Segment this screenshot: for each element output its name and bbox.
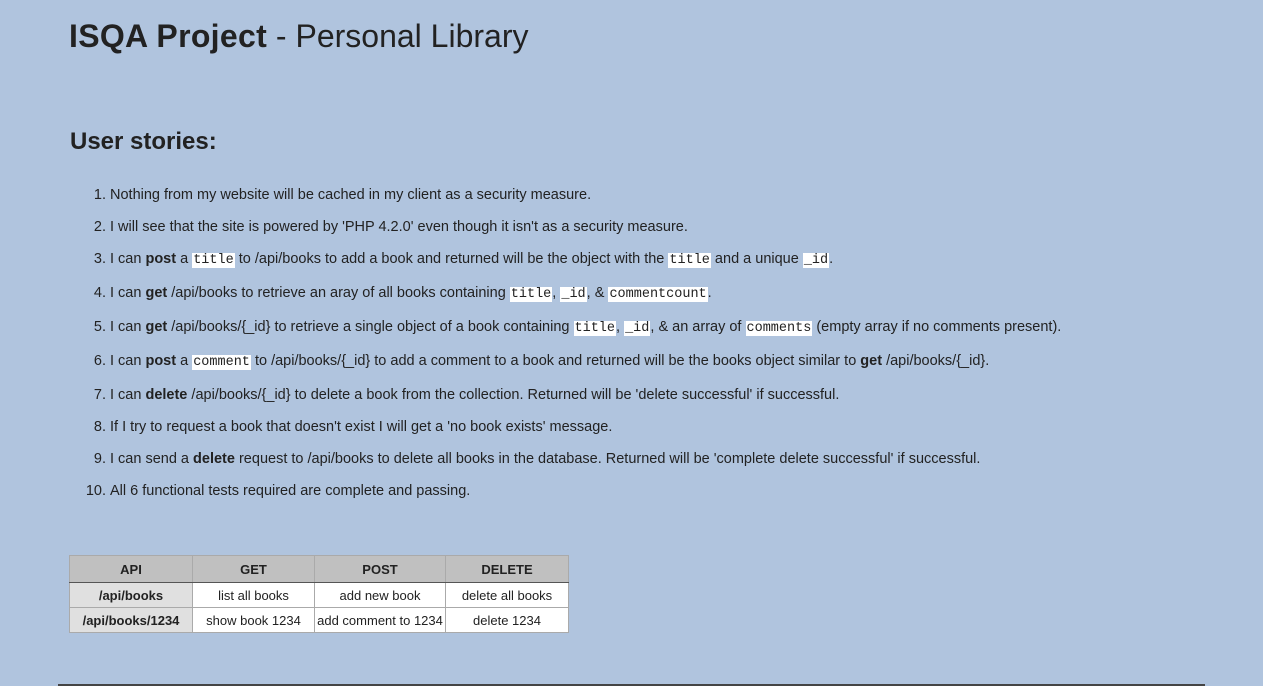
user-story-item: I can get /api/books to retrieve an aray… bbox=[110, 280, 1260, 308]
field-name-code: _id bbox=[624, 321, 651, 336]
field-name-code: comment bbox=[192, 355, 251, 370]
post-cell: add new book bbox=[314, 582, 446, 608]
get-cell: list all books bbox=[192, 582, 315, 608]
story-text: Nothing from my website will be cached i… bbox=[110, 187, 592, 203]
story-text: , & bbox=[586, 285, 609, 301]
story-text: I can bbox=[110, 285, 146, 301]
field-name-code: _id bbox=[560, 287, 587, 302]
field-name-code: title bbox=[668, 253, 711, 268]
story-text: I can send a bbox=[110, 451, 194, 467]
page-title: ISQA Project - Personal Library bbox=[69, 16, 528, 56]
field-name-code: comments bbox=[745, 321, 813, 336]
user-story-item: I can post a comment to /api/books/{_id}… bbox=[110, 348, 1260, 376]
story-text: a bbox=[176, 353, 193, 369]
user-stories-list: Nothing from my website will be cached i… bbox=[69, 182, 1260, 510]
story-text: (empty array if no comments present). bbox=[812, 319, 1062, 335]
story-text: . bbox=[829, 251, 834, 267]
api-table-header-row: API GET POST DELETE bbox=[69, 555, 569, 583]
http-method: post bbox=[145, 353, 177, 369]
http-method: get bbox=[145, 285, 168, 301]
http-method: post bbox=[145, 251, 177, 267]
project-name: ISQA Project bbox=[69, 18, 268, 54]
story-text: If I try to request a book that doesn't … bbox=[110, 419, 613, 435]
user-story-item: I can delete /api/books/{_id} to delete … bbox=[110, 382, 1260, 408]
table-row: /api/books list all books add new book d… bbox=[69, 582, 569, 608]
api-table: API GET POST DELETE /api/books list all … bbox=[69, 555, 569, 633]
story-text: and a unique bbox=[710, 251, 803, 267]
story-text: a bbox=[176, 251, 193, 267]
field-name-code: title bbox=[509, 287, 553, 302]
story-text: /api/books/{_id}. bbox=[882, 353, 990, 369]
field-name-code: _id bbox=[802, 253, 830, 268]
user-story-item: I can send a delete request to /api/book… bbox=[110, 446, 1260, 472]
post-cell: add comment to 1234 bbox=[314, 607, 446, 633]
delete-column-header: DELETE bbox=[445, 555, 569, 583]
story-text: request to /api/books to delete all book… bbox=[234, 451, 981, 467]
story-text: to /api/books to add a book and returned… bbox=[234, 251, 669, 267]
project-subtitle: - Personal Library bbox=[267, 18, 529, 54]
get-column-header: GET bbox=[192, 555, 315, 583]
story-text: I can bbox=[110, 387, 146, 403]
page: ISQA Project - Personal Library User sto… bbox=[0, 0, 1263, 686]
user-story-item: If I try to request a book that doesn't … bbox=[110, 414, 1260, 440]
story-text: I can bbox=[110, 319, 146, 335]
user-story-item: I can post a title to /api/books to add … bbox=[110, 246, 1260, 274]
table-row: /api/books/1234 show book 1234 add comme… bbox=[69, 607, 569, 633]
http-method: delete bbox=[145, 387, 188, 403]
delete-cell: delete all books bbox=[445, 582, 569, 608]
story-text: . bbox=[707, 285, 712, 301]
story-text: /api/books to retrieve an aray of all bo… bbox=[167, 285, 510, 301]
user-story-item: Nothing from my website will be cached i… bbox=[110, 182, 1260, 208]
delete-cell: delete 1234 bbox=[445, 607, 569, 633]
field-name-code: commentcount bbox=[608, 287, 708, 302]
story-text: /api/books/{_id} to delete a book from t… bbox=[187, 387, 840, 403]
story-text: I will see that the site is powered by '… bbox=[110, 219, 688, 235]
post-column-header: POST bbox=[314, 555, 446, 583]
get-cell: show book 1234 bbox=[192, 607, 315, 633]
field-name-code: title bbox=[192, 253, 235, 268]
route-cell: /api/books bbox=[69, 582, 193, 608]
story-text: , & an array of bbox=[650, 319, 746, 335]
user-story-item: I will see that the site is powered by '… bbox=[110, 214, 1260, 240]
http-method: delete bbox=[193, 451, 235, 467]
field-name-code: title bbox=[573, 321, 617, 336]
user-story-item: I can get /api/books/{_id} to retrieve a… bbox=[110, 314, 1260, 342]
route-cell: /api/books/1234 bbox=[69, 607, 193, 633]
story-text: , bbox=[616, 319, 625, 335]
story-text: All 6 functional tests required are comp… bbox=[110, 483, 471, 499]
story-text: I can bbox=[110, 251, 146, 267]
http-method: get bbox=[145, 319, 168, 335]
http-method: get bbox=[860, 353, 883, 369]
api-column-header: API bbox=[69, 555, 193, 583]
story-text: /api/books/{_id} to retrieve a single ob… bbox=[167, 319, 574, 335]
user-stories-heading: User stories: bbox=[70, 128, 217, 155]
user-story-item: All 6 functional tests required are comp… bbox=[110, 478, 1260, 504]
story-text: to /api/books/{_id} to add a comment to … bbox=[250, 353, 861, 369]
story-text: I can bbox=[110, 353, 146, 369]
